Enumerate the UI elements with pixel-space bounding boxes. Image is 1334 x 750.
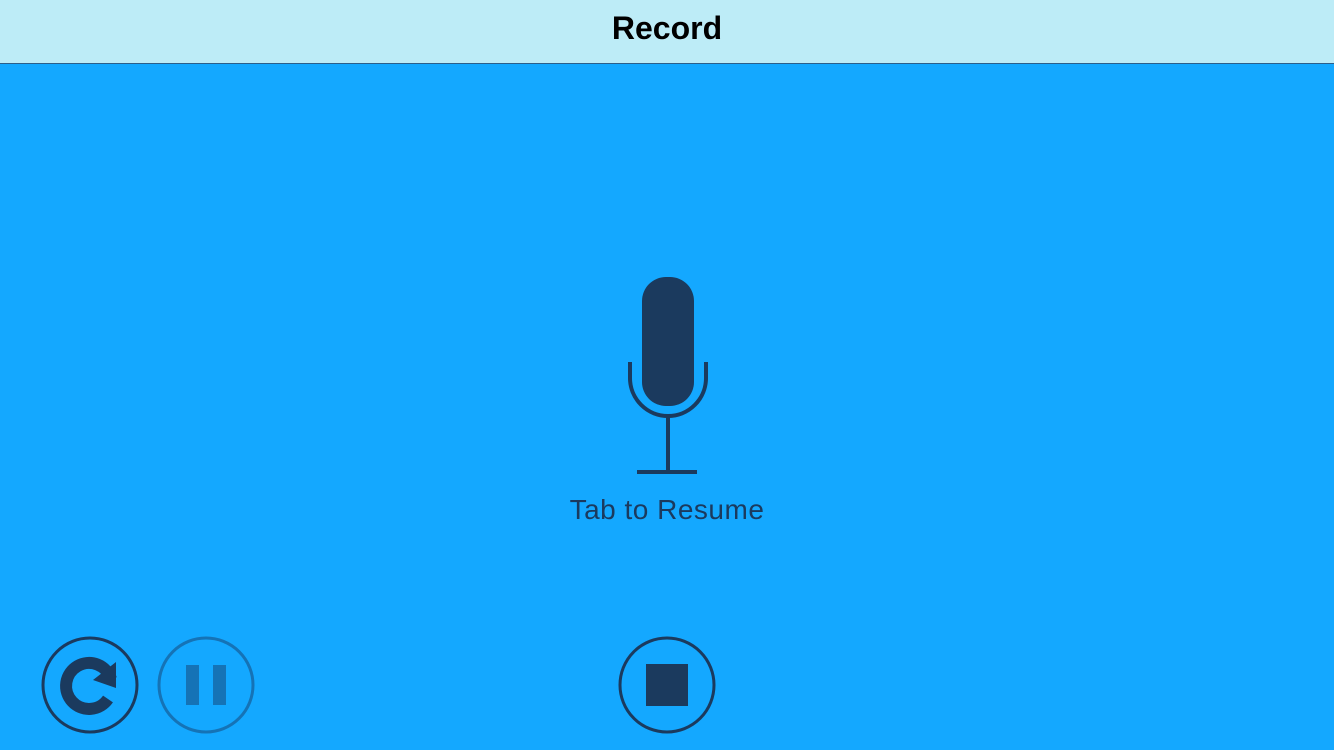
- microphone-button[interactable]: [600, 270, 734, 482]
- stop-button[interactable]: [618, 636, 716, 734]
- record-screen: Record Tab to Resume: [0, 0, 1334, 750]
- stop-icon: [618, 636, 716, 734]
- pause-button[interactable]: [157, 636, 255, 734]
- status-label: Tab to Resume: [569, 494, 765, 525]
- page-title: Record: [611, 10, 723, 46]
- navigation-bar: Record: [0, 0, 1334, 64]
- restart-icon: [41, 636, 139, 734]
- pause-icon: [157, 636, 255, 734]
- microphone-icon: [628, 277, 708, 474]
- restart-button[interactable]: [41, 636, 139, 734]
